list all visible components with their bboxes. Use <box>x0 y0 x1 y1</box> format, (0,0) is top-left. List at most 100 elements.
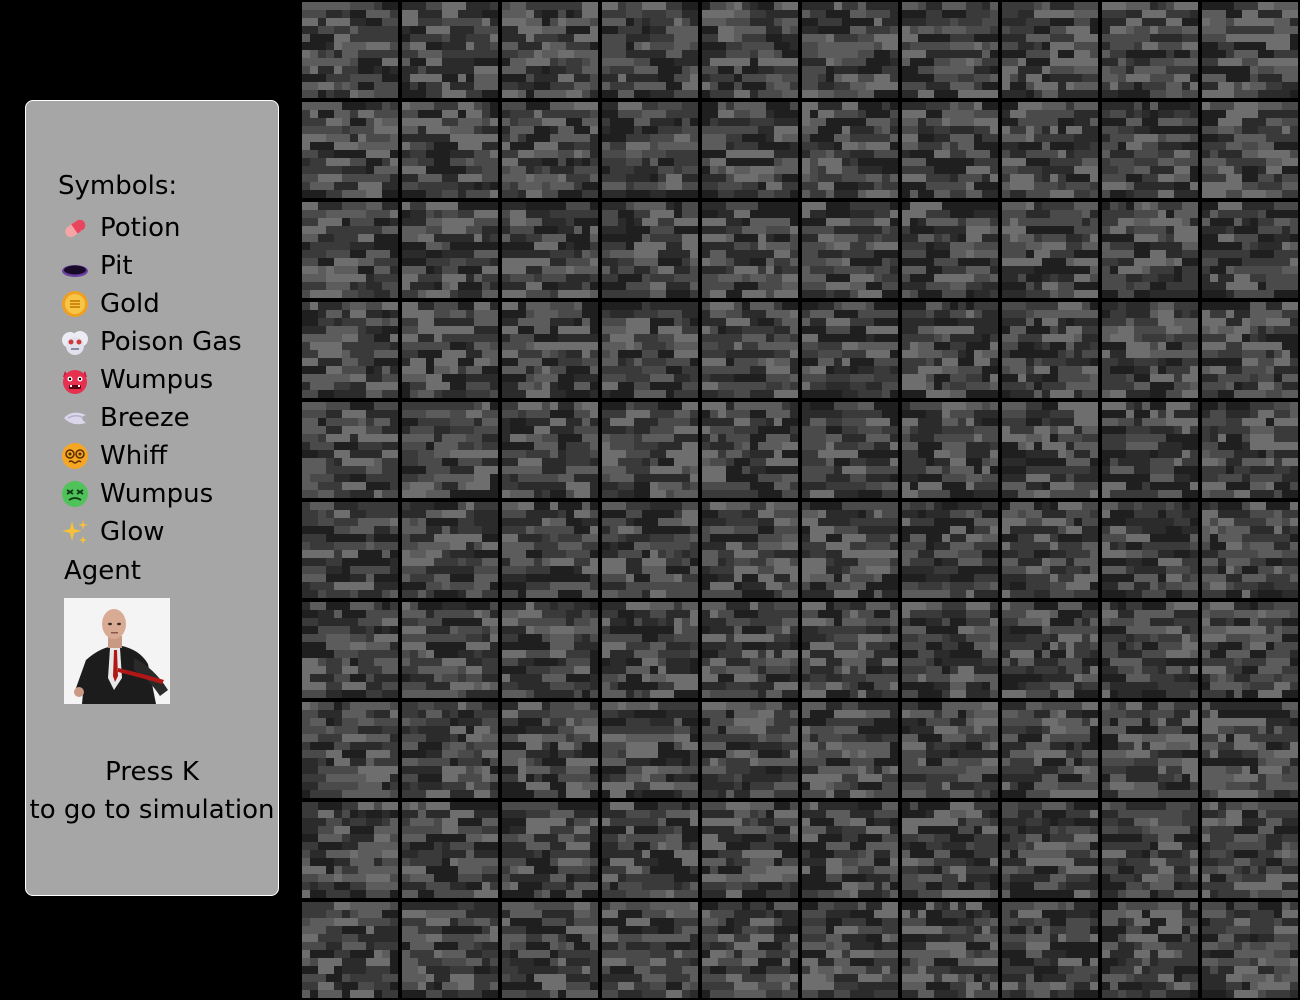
grid-cell[interactable] <box>502 802 598 898</box>
grid-cell[interactable] <box>902 402 998 498</box>
grid-cell[interactable] <box>1002 602 1098 698</box>
grid-cell[interactable] <box>1102 702 1198 798</box>
grid-cell[interactable] <box>402 102 498 198</box>
grid-cell[interactable] <box>802 102 898 198</box>
grid-cell[interactable] <box>1102 302 1198 398</box>
grid-cell[interactable] <box>802 802 898 898</box>
grid-cell[interactable] <box>902 902 998 998</box>
grid-cell[interactable] <box>302 802 398 898</box>
grid-cell[interactable] <box>702 2 798 98</box>
grid-cell[interactable] <box>1102 402 1198 498</box>
grid-cell[interactable] <box>402 202 498 298</box>
grid-cell[interactable] <box>302 902 398 998</box>
grid-cell[interactable] <box>402 702 498 798</box>
grid-cell[interactable] <box>302 202 398 298</box>
grid-cell[interactable] <box>1002 702 1098 798</box>
grid-cell[interactable] <box>302 702 398 798</box>
grid-cell[interactable] <box>302 102 398 198</box>
grid-cell[interactable] <box>802 302 898 398</box>
grid-cell[interactable] <box>1002 102 1098 198</box>
grid-cell[interactable] <box>502 402 598 498</box>
grid-cell[interactable] <box>302 602 398 698</box>
grid-cell[interactable] <box>502 302 598 398</box>
grid-cell[interactable] <box>1202 902 1298 998</box>
grid-cell[interactable] <box>602 302 698 398</box>
grid-cell[interactable] <box>302 502 398 598</box>
grid-cell[interactable] <box>1202 102 1298 198</box>
grid-cell[interactable] <box>702 502 798 598</box>
grid-cell[interactable] <box>302 302 398 398</box>
grid-cell[interactable] <box>802 402 898 498</box>
grid-cell[interactable] <box>1202 802 1298 898</box>
grid-cell[interactable] <box>302 402 398 498</box>
grid-cell[interactable] <box>1202 302 1298 398</box>
grid-cell[interactable] <box>1202 602 1298 698</box>
grid-cell[interactable] <box>1102 2 1198 98</box>
grid-cell[interactable] <box>1202 502 1298 598</box>
grid-cell[interactable] <box>802 602 898 698</box>
grid-cell[interactable] <box>402 502 498 598</box>
grid-cell[interactable] <box>502 202 598 298</box>
grid-cell[interactable] <box>602 802 698 898</box>
grid-cell[interactable] <box>702 302 798 398</box>
grid-cell[interactable] <box>802 702 898 798</box>
grid-cell[interactable] <box>1002 402 1098 498</box>
grid-cell[interactable] <box>602 902 698 998</box>
grid-cell[interactable] <box>902 102 998 198</box>
grid-cell[interactable] <box>602 102 698 198</box>
grid-cell[interactable] <box>702 802 798 898</box>
grid-cell[interactable] <box>402 902 498 998</box>
grid-cell[interactable] <box>902 202 998 298</box>
grid-cell[interactable] <box>602 202 698 298</box>
grid-cell[interactable] <box>1002 302 1098 398</box>
grid-cell[interactable] <box>802 202 898 298</box>
grid-cell[interactable] <box>602 702 698 798</box>
grid-cell[interactable] <box>702 902 798 998</box>
grid-cell[interactable] <box>1102 202 1198 298</box>
grid-cell[interactable] <box>502 702 598 798</box>
grid-cell[interactable] <box>402 2 498 98</box>
grid-cell[interactable] <box>1002 502 1098 598</box>
grid-cell[interactable] <box>402 802 498 898</box>
grid-cell[interactable] <box>502 502 598 598</box>
grid-cell[interactable] <box>302 2 398 98</box>
grid-cell[interactable] <box>1202 2 1298 98</box>
grid-cell[interactable] <box>502 102 598 198</box>
grid-cell[interactable] <box>402 602 498 698</box>
grid-cell[interactable] <box>802 2 898 98</box>
grid-cell[interactable] <box>502 2 598 98</box>
grid-cell[interactable] <box>402 302 498 398</box>
grid-cell[interactable] <box>902 502 998 598</box>
grid-cell[interactable] <box>1002 202 1098 298</box>
grid-cell[interactable] <box>802 902 898 998</box>
grid-cell[interactable] <box>1002 902 1098 998</box>
grid-cell[interactable] <box>1102 602 1198 698</box>
grid-cell[interactable] <box>1102 502 1198 598</box>
grid-cell[interactable] <box>502 602 598 698</box>
grid-cell[interactable] <box>902 602 998 698</box>
grid-cell[interactable] <box>1102 902 1198 998</box>
grid-cell[interactable] <box>1102 102 1198 198</box>
grid-cell[interactable] <box>902 2 998 98</box>
grid-cell[interactable] <box>702 202 798 298</box>
grid-cell[interactable] <box>602 502 698 598</box>
grid-cell[interactable] <box>1002 2 1098 98</box>
grid-cell[interactable] <box>802 502 898 598</box>
grid-cell[interactable] <box>1202 402 1298 498</box>
grid-cell[interactable] <box>702 402 798 498</box>
grid-cell[interactable] <box>502 902 598 998</box>
grid-cell[interactable] <box>402 402 498 498</box>
grid-cell[interactable] <box>902 802 998 898</box>
grid-cell[interactable] <box>702 102 798 198</box>
grid-cell[interactable] <box>702 702 798 798</box>
grid-cell[interactable] <box>1202 202 1298 298</box>
grid-cell[interactable] <box>602 402 698 498</box>
grid-cell[interactable] <box>1002 802 1098 898</box>
grid-cell[interactable] <box>1202 702 1298 798</box>
grid-cell[interactable] <box>702 602 798 698</box>
grid-cell[interactable] <box>602 2 698 98</box>
grid-cell[interactable] <box>1102 802 1198 898</box>
grid-cell[interactable] <box>902 702 998 798</box>
grid-cell[interactable] <box>902 302 998 398</box>
grid-cell[interactable] <box>602 602 698 698</box>
